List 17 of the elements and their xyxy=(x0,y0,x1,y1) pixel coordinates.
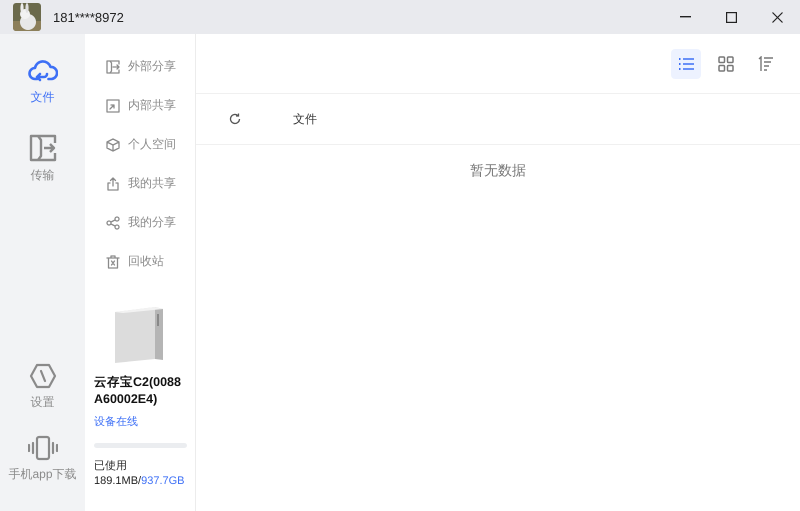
empty-message: 暂无数据 xyxy=(469,162,527,180)
category-item[interactable]: 外部分享 xyxy=(85,47,195,86)
nav-tab[interactable]: 传输 xyxy=(28,134,56,184)
nav-tab[interactable]: 设置 xyxy=(28,363,56,411)
category-item[interactable]: 我的分享 xyxy=(85,203,195,242)
category-item[interactable]: 回收站 xyxy=(85,242,195,281)
category-item[interactable]: 个人空间 xyxy=(85,125,195,164)
nav-tab[interactable]: 手机app下载 xyxy=(8,435,77,483)
category-item[interactable]: 内部共享 xyxy=(85,86,195,125)
usage-value: 189.1MB/937.7GB xyxy=(94,475,186,487)
account-name: 181****8972 xyxy=(53,10,124,24)
nav-tab[interactable]: 文件 xyxy=(28,58,58,106)
device-status: 设备在线 xyxy=(94,415,139,429)
category-item[interactable]: 我的共享 xyxy=(85,164,195,203)
usage-label: 已使用 xyxy=(94,459,128,473)
column-header: 文件 xyxy=(293,110,317,128)
device-name: 云存宝C2(0088A60002E4) xyxy=(94,374,182,408)
